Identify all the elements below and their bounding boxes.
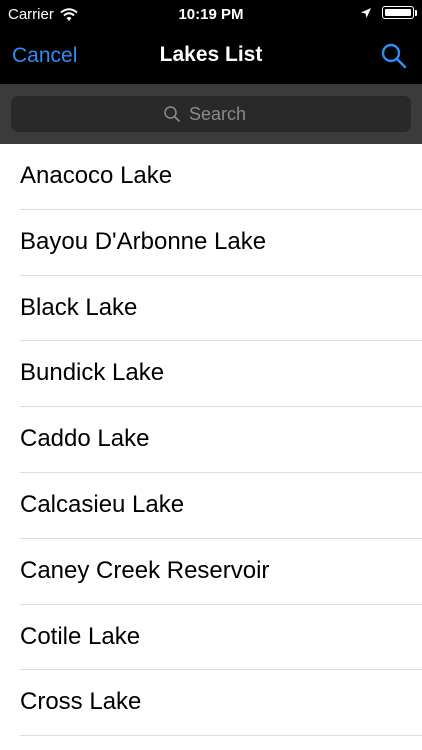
search-bar [0, 84, 422, 144]
battery-fill [385, 9, 411, 16]
lake-name-label: Bundick Lake [20, 359, 165, 387]
navigation-bar: Cancel Lakes List [0, 30, 422, 84]
lake-name-label: Anacoco Lake [20, 162, 173, 189]
page-title: Lakes List [159, 43, 263, 66]
battery-icon [382, 6, 417, 19]
list-item[interactable]: Black Lake [0, 276, 422, 342]
list-item[interactable]: Calcasieu Lake [0, 473, 422, 539]
lake-name-label: Cotile Lake [20, 622, 141, 650]
search-input[interactable] [189, 103, 259, 125]
lake-name-label: Calcasieu Lake [20, 490, 185, 518]
list-item[interactable]: Bundick Lake [0, 341, 422, 408]
row-divider [20, 735, 422, 737]
screen: Carrier 10:19 PM Cancel Lakes List Searc… [0, 0, 422, 750]
search-field-icon [163, 105, 181, 123]
list-item[interactable]: Anacoco Lake [0, 144, 422, 210]
lake-name-label: Caney Creek Reservoir [20, 556, 270, 584]
lake-name-label: Bayou D'Arbonne Lake [20, 227, 267, 255]
status-bar: Carrier 10:19 PM [0, 0, 422, 30]
search-icon[interactable] [380, 42, 408, 70]
list-item[interactable]: Cotile Lake [0, 605, 422, 671]
search-field[interactable] [11, 96, 411, 132]
status-time: 10:19 PM [178, 6, 244, 23]
list-item[interactable]: Caney Creek Reservoir [0, 539, 422, 605]
status-right [360, 6, 417, 19]
list-item[interactable]: Caddo Lake [0, 407, 422, 473]
lake-name-label: Caddo Lake [20, 425, 150, 453]
lakes-list: Anacoco Lake Bayou D'Arbonne Lake Black La… [0, 144, 422, 737]
list-item[interactable]: Cross Lake [0, 670, 422, 737]
location-arrow-icon [360, 7, 372, 19]
battery-cap [415, 10, 417, 16]
list-item[interactable]: Bayou D'Arbonne Lake [0, 210, 422, 276]
lake-name-label: Cross Lake [20, 688, 142, 716]
lake-name-label: Black Lake [20, 293, 138, 321]
